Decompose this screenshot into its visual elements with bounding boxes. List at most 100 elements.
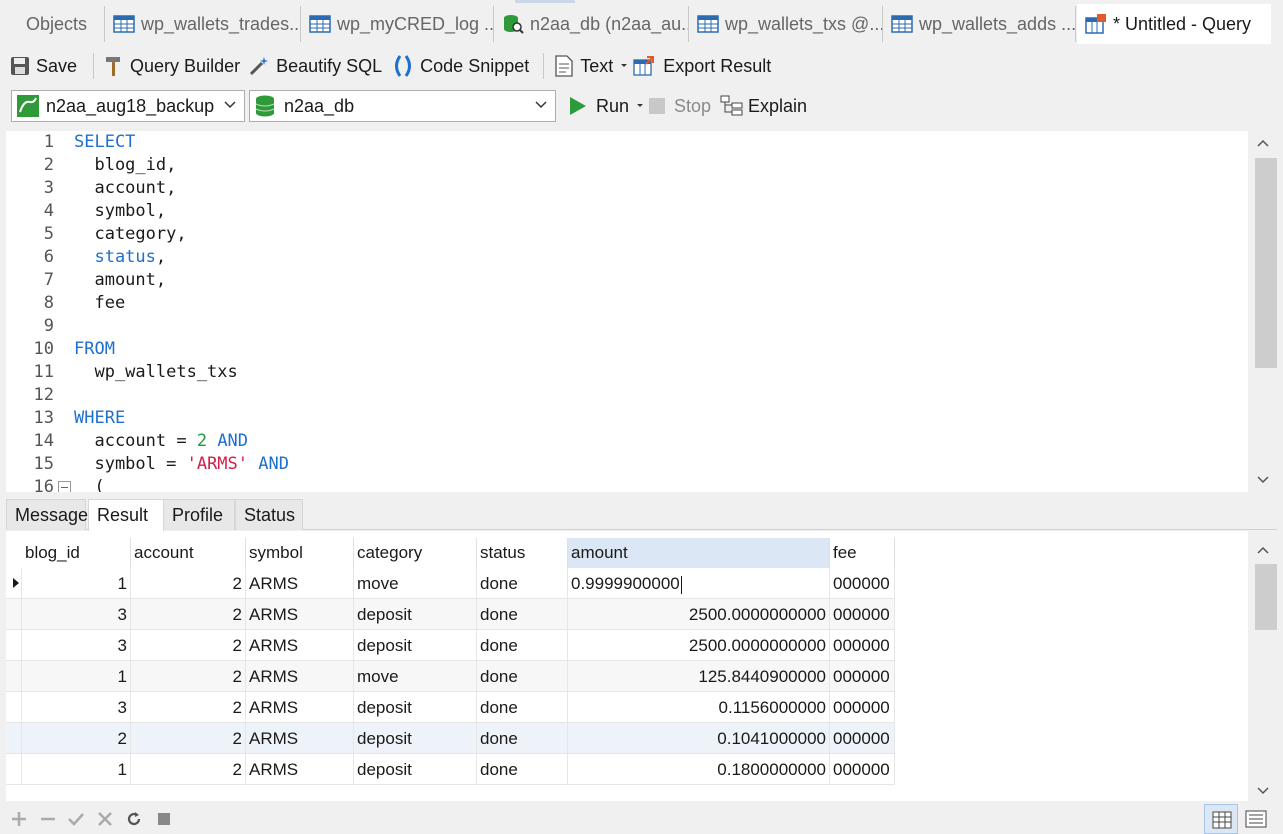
scroll-down-icon[interactable] <box>1256 783 1270 797</box>
cell-blog-id[interactable]: 3 <box>22 599 131 630</box>
cell-amount[interactable]: 0.1156000000 <box>568 692 830 723</box>
apply-changes-icon[interactable] <box>67 810 85 828</box>
code-line[interactable]: account, <box>74 177 176 200</box>
cell-category[interactable]: deposit <box>354 754 477 785</box>
discard-changes-icon[interactable] <box>96 810 114 828</box>
column-header-fee[interactable]: fee <box>830 538 895 568</box>
cell-amount[interactable]: 0.1041000000 <box>568 723 830 754</box>
table-row[interactable]: 1 2 ARMS deposit done 0.1800000000 000000 <box>6 754 895 785</box>
save-button[interactable]: Save <box>10 50 77 82</box>
code-line[interactable]: wp_wallets_txs <box>74 361 237 384</box>
cell-fee[interactable]: 000000 <box>830 661 895 692</box>
tab-message[interactable]: Message <box>6 499 88 530</box>
cell-category[interactable]: deposit <box>354 599 477 630</box>
tab-wp-wallets-trades[interactable]: wp_wallets_trades... <box>105 6 301 42</box>
cell-symbol[interactable]: ARMS <box>246 692 354 723</box>
sql-editor[interactable]: 1 2 3 4 5 6 7 8 9 10 11 12 13 14 15 16 S… <box>6 131 1277 492</box>
cell-account[interactable]: 2 <box>131 630 246 661</box>
run-button[interactable]: Run <box>568 90 645 122</box>
cell-account[interactable]: 2 <box>131 599 246 630</box>
row-indicator[interactable] <box>6 692 22 723</box>
cell-status[interactable]: done <box>477 692 568 723</box>
editor-scrollbar[interactable] <box>1248 131 1277 492</box>
result-grid[interactable]: blog_id account symbol category status a… <box>6 531 1277 801</box>
stop-query-icon[interactable] <box>155 810 173 828</box>
code-line[interactable]: amount, <box>74 269 166 292</box>
cell-account[interactable]: 2 <box>131 723 246 754</box>
table-row[interactable]: 1 2 ARMS move done 0.9999900000 000000 <box>6 568 895 599</box>
cell-category[interactable]: move <box>354 568 477 599</box>
cell-blog-id[interactable]: 1 <box>22 754 131 785</box>
tab-wp-wallets-adds[interactable]: wp_wallets_adds ... <box>883 6 1076 42</box>
row-indicator[interactable] <box>6 754 22 785</box>
add-row-icon[interactable] <box>10 810 28 828</box>
scroll-thumb[interactable] <box>1255 564 1277 630</box>
cell-amount[interactable]: 125.8440900000 <box>568 661 830 692</box>
scroll-down-icon[interactable] <box>1256 472 1270 486</box>
refresh-icon[interactable] <box>125 810 143 828</box>
grid-scrollbar[interactable] <box>1248 531 1277 801</box>
server-select[interactable]: n2aa_aug18_backup <box>11 90 245 122</box>
code-line[interactable]: account = 2 AND <box>74 430 248 453</box>
table-row[interactable]: 3 2 ARMS deposit done 2500.0000000000 000000 <box>6 599 895 630</box>
tab-n2aa-db[interactable]: n2aa_db (n2aa_au... <box>494 6 689 42</box>
code-line[interactable]: category, <box>74 223 186 246</box>
cell-fee[interactable]: 000000 <box>830 723 895 754</box>
column-header-amount[interactable]: amount <box>568 538 830 568</box>
column-header-account[interactable]: account <box>131 538 246 568</box>
cell-category[interactable]: deposit <box>354 692 477 723</box>
tab-untitled-query[interactable]: * Untitled - Query <box>1077 4 1271 44</box>
cell-fee[interactable]: 000000 <box>830 630 895 661</box>
cell-fee[interactable]: 000000 <box>830 692 895 723</box>
cell-blog-id[interactable]: 2 <box>22 723 131 754</box>
column-header-symbol[interactable]: symbol <box>246 538 354 568</box>
code-line[interactable]: symbol, <box>74 200 166 223</box>
cell-symbol[interactable]: ARMS <box>246 630 354 661</box>
row-indicator[interactable] <box>6 723 22 754</box>
query-builder-button[interactable]: Query Builder <box>104 50 240 82</box>
cell-fee[interactable]: 000000 <box>830 599 895 630</box>
code-line[interactable]: ( <box>74 476 104 492</box>
code-line[interactable]: WHERE <box>74 407 125 430</box>
cell-category[interactable]: move <box>354 661 477 692</box>
row-indicator[interactable] <box>6 630 22 661</box>
cell-status[interactable]: done <box>477 599 568 630</box>
cell-status[interactable]: done <box>477 630 568 661</box>
cell-category[interactable]: deposit <box>354 723 477 754</box>
code-line[interactable]: SELECT <box>74 131 135 154</box>
tab-objects[interactable]: Objects <box>0 6 105 42</box>
cell-status[interactable]: done <box>477 723 568 754</box>
tab-result-1[interactable]: Result 1 <box>88 499 164 556</box>
delete-row-icon[interactable] <box>39 810 57 828</box>
cell-status[interactable]: done <box>477 568 568 599</box>
scroll-up-icon[interactable] <box>1256 544 1270 558</box>
cell-symbol[interactable]: ARMS <box>246 568 354 599</box>
column-header-status[interactable]: status <box>477 538 568 568</box>
cell-amount[interactable]: 0.1800000000 <box>568 754 830 785</box>
beautify-sql-button[interactable]: Beautify SQL <box>248 50 382 82</box>
row-indicator[interactable] <box>6 661 22 692</box>
explain-button[interactable]: Explain <box>720 90 807 122</box>
cell-symbol[interactable]: ARMS <box>246 599 354 630</box>
cell-account[interactable]: 2 <box>131 661 246 692</box>
grid-view-toggle[interactable] <box>1204 804 1238 834</box>
code-line[interactable]: blog_id, <box>74 154 176 177</box>
cell-account[interactable]: 2 <box>131 692 246 723</box>
code-line[interactable]: FROM <box>74 338 115 361</box>
cell-status[interactable]: done <box>477 754 568 785</box>
code-line[interactable]: fee <box>74 292 125 315</box>
row-indicator[interactable] <box>6 568 22 599</box>
table-row[interactable]: 1 2 ARMS move done 125.8440900000 000000 <box>6 661 895 692</box>
stop-button[interactable]: Stop <box>648 90 711 122</box>
scroll-up-icon[interactable] <box>1256 137 1270 151</box>
cell-amount[interactable]: 2500.0000000000 <box>568 630 830 661</box>
column-header-blog-id[interactable]: blog_id <box>22 538 131 568</box>
tab-wp-wallets-txs[interactable]: wp_wallets_txs @... <box>689 6 883 42</box>
cell-status[interactable]: done <box>477 661 568 692</box>
cell-symbol[interactable]: ARMS <box>246 723 354 754</box>
table-row[interactable]: 2 2 ARMS deposit done 0.1041000000 000000 <box>6 723 895 754</box>
cell-amount[interactable]: 2500.0000000000 <box>568 599 830 630</box>
cell-fee[interactable]: 000000 <box>830 568 895 599</box>
cell-amount[interactable]: 0.9999900000 <box>568 568 830 599</box>
cell-account[interactable]: 2 <box>131 754 246 785</box>
